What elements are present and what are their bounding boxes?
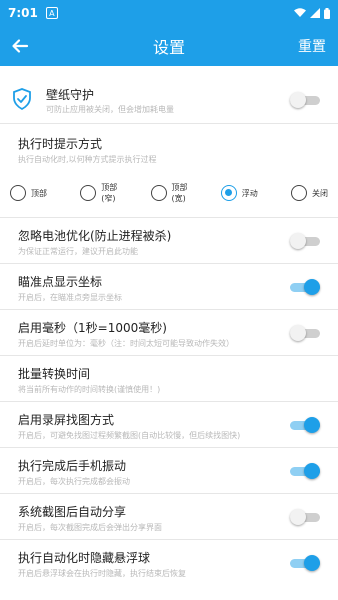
setting-vibrate-after-execution[interactable]: 执行完成后手机振动 开启后，每次执行完成都会振动 [0, 448, 338, 494]
radio-label: 顶部 [31, 188, 47, 198]
radio-circle [10, 185, 26, 201]
screen-record-find-image-toggle[interactable] [290, 417, 320, 433]
setting-ignore-battery-optimization[interactable]: 忽略电池优化(防止进程被杀) 为保证正常运行，建议开启此功能 [0, 218, 338, 264]
setting-execution-prompt-mode: 执行时提示方式 执行自动化时,以何种方式提示执行过程 顶部 顶部 (窄) 顶部 … [0, 124, 338, 218]
radio-label: 顶部 (宽) [171, 183, 188, 203]
radio-circle-selected [220, 185, 237, 201]
status-icons [294, 7, 330, 19]
radio-label: 关闭 [312, 188, 328, 198]
setting-title: 执行时提示方式 [18, 137, 103, 151]
radio-circle [80, 185, 97, 201]
setting-wallpaper-guard[interactable]: 壁纸守护 可防止应用被关闭，但会增加耗电量 [0, 66, 338, 124]
setting-subtitle: 为保证正常运行，建议开启此功能 [18, 247, 138, 256]
radio-option-off[interactable]: 关闭 [291, 182, 328, 204]
radio-option-top-narrow[interactable]: 顶部 (窄) [80, 182, 117, 204]
setting-hide-floating-ball[interactable]: 执行自动化时隐藏悬浮球 开启后悬浮球会在执行时隐藏，执行结束后恢复 [0, 540, 338, 586]
signal-icon [310, 8, 320, 18]
battery-icon [324, 7, 330, 19]
setting-batch-convert-time[interactable]: 批量转换时间 将当前所有动作的时间转换(谨慎使用！) [0, 356, 338, 402]
prompt-mode-radio-group: 顶部 顶部 (窄) 顶部 (宽) 浮动 关闭 [10, 182, 328, 204]
wifi-icon [294, 8, 306, 17]
setting-enable-milliseconds[interactable]: 启用毫秒（1秒=1000毫秒) 开启后延时单位为：毫秒（注：时间太短可能导致动作… [0, 310, 338, 356]
setting-subtitle: 开启后，可避免找图过程频繁截图(自动比较慢，但后续找图快) [18, 431, 241, 440]
radio-circle [150, 185, 167, 201]
wallpaper-guard-toggle[interactable] [290, 92, 320, 108]
setting-subtitle: 可防止应用被关闭，但会增加耗电量 [46, 105, 174, 114]
setting-title: 批量转换时间 [18, 367, 91, 381]
setting-title: 瞄准点显示坐标 [18, 275, 103, 289]
page-title: 设置 [152, 38, 185, 57]
back-button[interactable] [0, 26, 40, 66]
status-bar: 7:01 A [0, 0, 338, 26]
notification-a-icon: A [45, 7, 58, 19]
enable-milliseconds-toggle[interactable] [290, 325, 320, 341]
setting-subtitle: 开启后延时单位为：毫秒（注：时间太短可能导致动作失效） [18, 339, 234, 348]
auto-share-screenshot-toggle[interactable] [290, 509, 320, 525]
setting-auto-share-screenshot[interactable]: 系统截图后自动分享 开启后，每次截图完成后会弹出分享界面 [0, 494, 338, 540]
app-bar: 设置 重置 [0, 26, 338, 66]
radio-option-top[interactable]: 顶部 [10, 182, 47, 204]
radio-circle [291, 185, 307, 201]
setting-show-aim-coordinates[interactable]: 瞄准点显示坐标 开启后，在瞄准点旁显示坐标 [0, 264, 338, 310]
status-time: 7:01 [8, 6, 38, 20]
radio-label: 顶部 (窄) [101, 183, 118, 203]
radio-label: 浮动 [241, 188, 258, 198]
setting-subtitle: 开启后悬浮球会在执行时隐藏，执行结束后恢复 [18, 569, 186, 578]
setting-screen-record-find-image[interactable]: 启用录屏找图方式 开启后，可避免找图过程频繁截图(自动比较慢，但后续找图快) [0, 402, 338, 448]
reset-button[interactable]: 重置 [298, 36, 326, 56]
setting-title: 系统截图后自动分享 [18, 505, 127, 519]
ignore-battery-optimization-toggle[interactable] [290, 233, 320, 249]
setting-subtitle: 执行自动化时,以何种方式提示执行过程 [18, 155, 157, 164]
radio-option-floating[interactable]: 浮动 [220, 182, 258, 204]
radio-option-top-wide[interactable]: 顶部 (宽) [150, 182, 188, 204]
vibrate-after-execution-toggle[interactable] [290, 463, 320, 479]
arrow-left-icon [12, 39, 29, 53]
shield-check-icon [13, 88, 31, 110]
setting-subtitle: 开启后，每次执行完成都会振动 [18, 477, 130, 486]
setting-title: 壁纸守护 [46, 88, 95, 102]
setting-subtitle: 将当前所有动作的时间转换(谨慎使用！) [18, 385, 161, 394]
setting-title: 启用录屏找图方式 [18, 413, 115, 427]
setting-title: 启用毫秒（1秒=1000毫秒) [18, 321, 167, 335]
setting-subtitle: 开启后，在瞄准点旁显示坐标 [18, 293, 122, 302]
setting-title: 执行自动化时隐藏悬浮球 [18, 551, 151, 565]
setting-title: 执行完成后手机振动 [18, 459, 127, 473]
hide-floating-ball-toggle[interactable] [290, 555, 320, 571]
show-aim-coordinates-toggle[interactable] [290, 279, 320, 295]
setting-subtitle: 开启后，每次截图完成后会弹出分享界面 [18, 523, 162, 532]
setting-title: 忽略电池优化(防止进程被杀) [18, 229, 172, 243]
